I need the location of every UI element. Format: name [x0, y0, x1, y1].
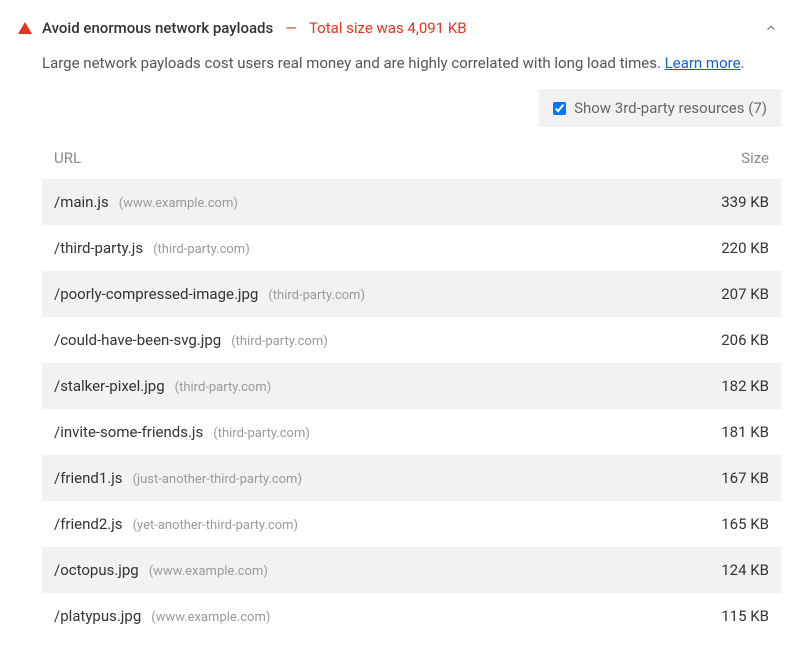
resource-host: (third-party.com) — [231, 334, 328, 349]
table-body: /main.js (www.example.com) 339 KB/third-pa… — [42, 179, 781, 639]
resource-host: (third-party.com) — [268, 288, 365, 303]
cell-url: /friend2.js (yet-another-third-party.com) — [54, 515, 679, 533]
chevron-up-icon[interactable] — [761, 18, 781, 38]
cell-url: /octopus.jpg (www.example.com) — [54, 561, 679, 579]
resource-host: (yet-another-third-party.com) — [133, 518, 298, 533]
learn-more-link[interactable]: Learn more — [665, 54, 741, 72]
resource-host: (third-party.com) — [153, 242, 250, 257]
resource-host: (just-another-third-party.com) — [133, 472, 302, 487]
fail-triangle-icon — [18, 22, 32, 34]
table-row: /invite-some-friends.js (third-party.com)… — [42, 409, 781, 455]
resource-path: /platypus.jpg — [54, 607, 141, 625]
table-row: /main.js (www.example.com) 339 KB — [42, 179, 781, 225]
audit-body: Large network payloads cost users real m… — [18, 48, 781, 639]
resource-host: (www.example.com) — [119, 196, 238, 211]
table-row: /friend1.js (just-another-third-party.com… — [42, 455, 781, 501]
resource-path: /poorly-compressed-image.jpg — [54, 285, 258, 303]
third-party-toggle[interactable]: Show 3rd-party resources (7) — [539, 89, 781, 127]
column-header-size: Size — [679, 149, 769, 167]
cell-size: 206 KB — [679, 331, 769, 349]
cell-size: 207 KB — [679, 285, 769, 303]
third-party-checkbox[interactable] — [553, 102, 566, 115]
description-text-before: Large network payloads cost users real m… — [42, 54, 665, 72]
cell-size: 115 KB — [679, 607, 769, 625]
table-row: /poorly-compressed-image.jpg (third-party… — [42, 271, 781, 317]
audit-description: Large network payloads cost users real m… — [42, 48, 781, 75]
column-header-url: URL — [54, 149, 679, 167]
description-text-after: . — [741, 54, 745, 72]
resource-path: /friend1.js — [54, 469, 123, 487]
cell-size: 165 KB — [679, 515, 769, 533]
cell-url: /stalker-pixel.jpg (third-party.com) — [54, 377, 679, 395]
cell-size: 124 KB — [679, 561, 769, 579]
cell-url: /third-party.js (third-party.com) — [54, 239, 679, 257]
cell-url: /poorly-compressed-image.jpg (third-party… — [54, 285, 679, 303]
resource-host: (www.example.com) — [149, 564, 268, 579]
resource-host: (third-party.com) — [175, 380, 272, 395]
cell-size: 182 KB — [679, 377, 769, 395]
audit-title: Avoid enormous network payloads — [42, 19, 273, 37]
separator-dash: — — [285, 19, 297, 37]
cell-size: 181 KB — [679, 423, 769, 441]
resource-path: /third-party.js — [54, 239, 143, 257]
cell-size: 167 KB — [679, 469, 769, 487]
resource-path: /main.js — [54, 193, 109, 211]
cell-url: /main.js (www.example.com) — [54, 193, 679, 211]
cell-size: 339 KB — [679, 193, 769, 211]
audit-header[interactable]: Avoid enormous network payloads — Total … — [18, 0, 781, 48]
table-header-row: URL Size — [42, 133, 781, 179]
table-row: /octopus.jpg (www.example.com) 124 KB — [42, 547, 781, 593]
audit-status: Total size was 4,091 KB — [309, 19, 467, 37]
cell-size: 220 KB — [679, 239, 769, 257]
audit-panel: Avoid enormous network payloads — Total … — [0, 0, 799, 649]
resource-path: /friend2.js — [54, 515, 123, 533]
resource-path: /invite-some-friends.js — [54, 423, 203, 441]
third-party-label: Show 3rd-party resources (7) — [574, 99, 767, 117]
resource-path: /could-have-been-svg.jpg — [54, 331, 221, 349]
cell-url: /could-have-been-svg.jpg (third-party.com… — [54, 331, 679, 349]
cell-url: /friend1.js (just-another-third-party.com… — [54, 469, 679, 487]
cell-url: /platypus.jpg (www.example.com) — [54, 607, 679, 625]
table-row: /stalker-pixel.jpg (third-party.com) 182 K… — [42, 363, 781, 409]
table-row: /friend2.js (yet-another-third-party.com)… — [42, 501, 781, 547]
resource-host: (third-party.com) — [213, 426, 310, 441]
resource-path: /octopus.jpg — [54, 561, 139, 579]
cell-url: /invite-some-friends.js (third-party.com) — [54, 423, 679, 441]
resource-path: /stalker-pixel.jpg — [54, 377, 165, 395]
controls-row: Show 3rd-party resources (7) — [42, 89, 781, 127]
table-row: /could-have-been-svg.jpg (third-party.com… — [42, 317, 781, 363]
table-row: /platypus.jpg (www.example.com) 115 KB — [42, 593, 781, 639]
table-row: /third-party.js (third-party.com) 220 KB — [42, 225, 781, 271]
resource-host: (www.example.com) — [151, 610, 270, 625]
